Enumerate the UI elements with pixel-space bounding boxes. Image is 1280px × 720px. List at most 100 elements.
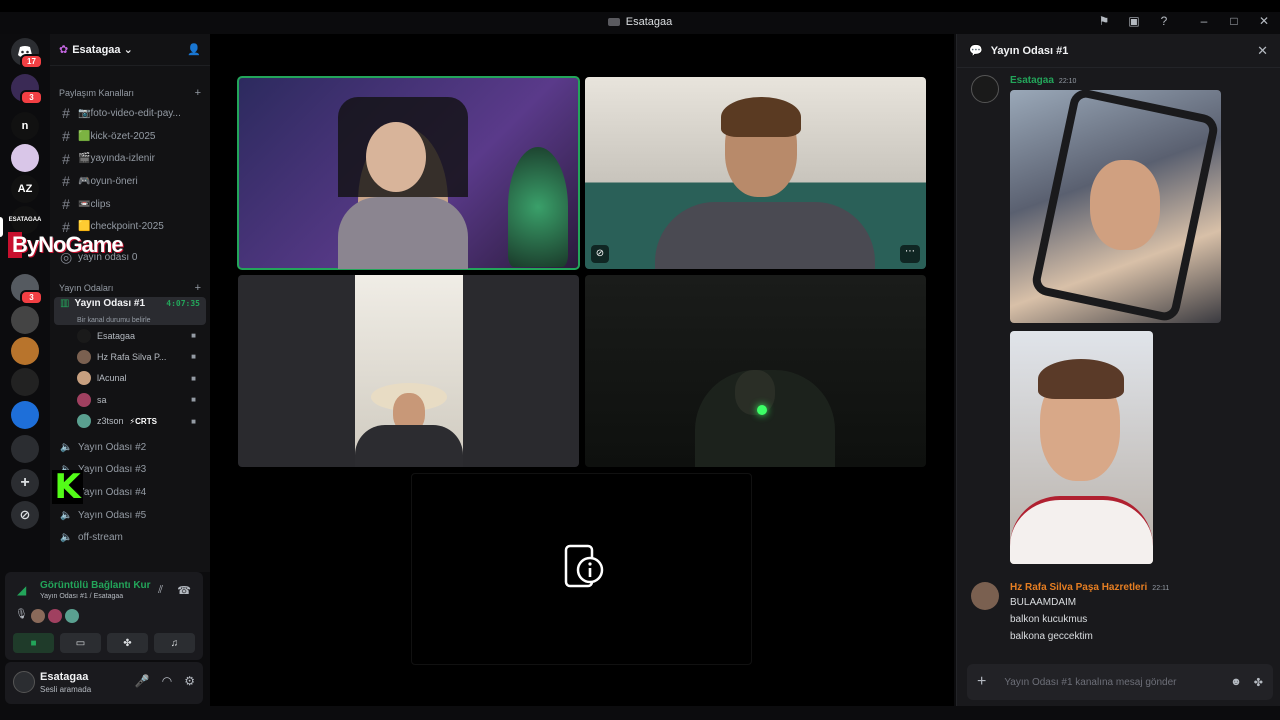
channel-label: 🎮oyun-öneri: [78, 175, 138, 187]
camera-on-icon: ■: [191, 416, 196, 426]
participant-shirt: [655, 202, 875, 269]
screen-share-button[interactable]: ▭: [60, 633, 101, 653]
message-author[interactable]: Hz Rafa Silva Paşa Hazretleri 22:11: [1010, 582, 1169, 593]
server-icon-5[interactable]: [11, 401, 39, 429]
author-name[interactable]: Esatagaa: [1010, 75, 1054, 86]
server-badge-icon: ✿: [59, 44, 69, 56]
voice-participant[interactable]: z3tson ⚡CRTS ■: [50, 410, 210, 431]
message-input[interactable]: + Yayın Odası #1 kanalına mesaj gönder ☻…: [967, 664, 1273, 700]
server-icon-1[interactable]: 3: [11, 74, 43, 105]
signal-icon[interactable]: ◢: [17, 583, 26, 597]
server-icon-tiger[interactable]: [11, 337, 39, 365]
avatar[interactable]: [971, 75, 999, 103]
add-channel-icon[interactable]: +: [195, 87, 201, 99]
soundboard-button[interactable]: ♫: [154, 633, 195, 653]
category-broadcast[interactable]: Yayın Odaları +: [50, 279, 210, 297]
add-server-button[interactable]: +: [11, 469, 39, 497]
server-icon-4[interactable]: [11, 368, 39, 396]
text-channel[interactable]: # 📷foto-video-edit-pay...: [50, 102, 210, 125]
channel-label: Yayın Odası #1: [74, 297, 146, 309]
username[interactable]: Esatagaa: [40, 671, 88, 683]
settings-icon[interactable]: ⚙: [184, 674, 195, 688]
stream-unavailable-icon: [564, 544, 604, 588]
close-window-button[interactable]: ✕: [1256, 14, 1272, 28]
voice-connection-panel: ◢ Görüntülü Bağlantı Kur Yayın Odası #1 …: [5, 572, 203, 660]
text-channel[interactable]: # 📼clips: [50, 193, 210, 216]
video-tile-screen-share[interactable]: [411, 473, 752, 665]
text-channel[interactable]: # 🎮oyun-öneri: [50, 170, 210, 193]
server-icon-anime[interactable]: [11, 144, 39, 172]
video-tile-participant-2[interactable]: ⊘ ⋯: [585, 77, 926, 269]
discover-button[interactable]: ⊘: [11, 501, 39, 529]
category-share[interactable]: Paylaşım Kanalları +: [50, 84, 210, 102]
server-folder[interactable]: [11, 435, 39, 463]
kick-logo: K: [52, 470, 83, 504]
avatar[interactable]: [47, 609, 62, 623]
bynogame-logo: ByNoGame: [8, 232, 124, 258]
mute-icon: 🎙: [15, 609, 28, 620]
message-input-placeholder[interactable]: Yayın Odası #1 kanalına mesaj gönder: [1004, 677, 1176, 688]
invite-icon[interactable]: 👤: [187, 43, 201, 56]
activities-button[interactable]: ✤: [107, 633, 148, 653]
voice-channel[interactable]: 🔈 off-stream: [50, 527, 210, 550]
close-icon[interactable]: ✕: [1257, 43, 1268, 59]
user-panel: Esatagaa Sesli aramada 🎤 ◠ ⚙: [5, 662, 203, 704]
image-attachment[interactable]: [1010, 331, 1153, 564]
microphone-icon[interactable]: 🎤: [135, 674, 150, 688]
avatar[interactable]: [30, 609, 45, 623]
video-stage: ⊘ ⋯: [210, 34, 954, 706]
server-icon-az[interactable]: AZ: [11, 175, 39, 203]
chat-bubble-icon: 💬: [969, 45, 983, 57]
video-tile-participant-3[interactable]: [238, 275, 579, 467]
more-options-icon[interactable]: ⋯: [900, 245, 920, 263]
maximize-button[interactable]: □: [1226, 14, 1242, 28]
server-header[interactable]: ✿ Esatagaa ⌄ 👤: [50, 34, 210, 66]
text-channel[interactable]: # 🟩kick-özet-2025: [50, 125, 210, 148]
voice-participant[interactable]: sa ■: [50, 389, 210, 410]
server-icon-3[interactable]: [11, 306, 39, 334]
camera-button[interactable]: ■: [13, 633, 54, 653]
home-button[interactable]: 17: [11, 38, 43, 69]
server-icon-2[interactable]: 3: [11, 274, 43, 305]
image-attachment[interactable]: [1010, 90, 1221, 323]
flag-icon[interactable]: ⚑: [1096, 14, 1112, 28]
message-text: balkon kucukmus: [1010, 614, 1088, 625]
noise-suppression-icon[interactable]: ⫽: [158, 584, 163, 597]
headphones-icon[interactable]: ◠: [162, 674, 172, 688]
participant-name: sa: [97, 394, 107, 405]
author-name[interactable]: Hz Rafa Silva Paşa Hazretleri: [1010, 582, 1147, 593]
voice-participant[interactable]: Esatagaa ■: [50, 325, 210, 346]
avatar: [77, 328, 91, 343]
add-channel-icon[interactable]: +: [195, 282, 201, 294]
avatar[interactable]: [971, 582, 999, 610]
avatar[interactable]: [13, 671, 35, 693]
disconnect-icon[interactable]: ☎: [177, 584, 191, 597]
voice-status[interactable]: Bir kanal durumu belirle: [77, 317, 151, 324]
server-icon-n[interactable]: n: [11, 112, 39, 140]
voice-participant[interactable]: Hz Rafa Silva P... ■: [50, 346, 210, 367]
participant-hair: [721, 97, 801, 137]
mention-badge: 17: [20, 54, 43, 69]
text-channel[interactable]: # 🎬yayında-izlenir: [50, 147, 210, 170]
title-bar: Esatagaa ⚑ ▣ ? – □ ✕: [0, 0, 1280, 34]
inbox-icon[interactable]: ▣: [1126, 14, 1142, 28]
active-voice-channel[interactable]: ▥ Yayın Odası #1 4:07:35 Bir kanal durum…: [54, 296, 206, 325]
voice-chat-panel: 💬 Yayın Odası #1 ✕ Esatagaa 22:10 Hz Rafa…: [956, 34, 1280, 706]
message-author[interactable]: Esatagaa 22:10: [1010, 75, 1076, 86]
channel-label: 🎬yayında-izlenir: [78, 153, 155, 165]
server-icon-esatagaa[interactable]: ESATAGAA: [9, 206, 41, 234]
video-tile-esatagaa[interactable]: [237, 76, 580, 270]
channel-label: 📷foto-video-edit-pay...: [78, 107, 181, 119]
voice-channel[interactable]: 🔈 Yayın Odası #5: [50, 504, 210, 527]
minimize-button[interactable]: –: [1196, 14, 1212, 28]
help-icon[interactable]: ?: [1156, 14, 1172, 28]
emoji-icon[interactable]: ☻: [1230, 676, 1242, 689]
avatar[interactable]: [64, 609, 79, 623]
attach-icon[interactable]: +: [977, 673, 986, 691]
video-tile-participant-4[interactable]: [585, 275, 926, 467]
voice-channel[interactable]: 🔈 Yayın Odası #2: [50, 436, 210, 459]
voice-participant[interactable]: lAcunal ■: [50, 368, 210, 389]
hash-icon: #: [62, 150, 70, 167]
apps-icon[interactable]: ✤: [1254, 676, 1263, 689]
participant-name: Hz Rafa Silva P...: [97, 351, 167, 362]
